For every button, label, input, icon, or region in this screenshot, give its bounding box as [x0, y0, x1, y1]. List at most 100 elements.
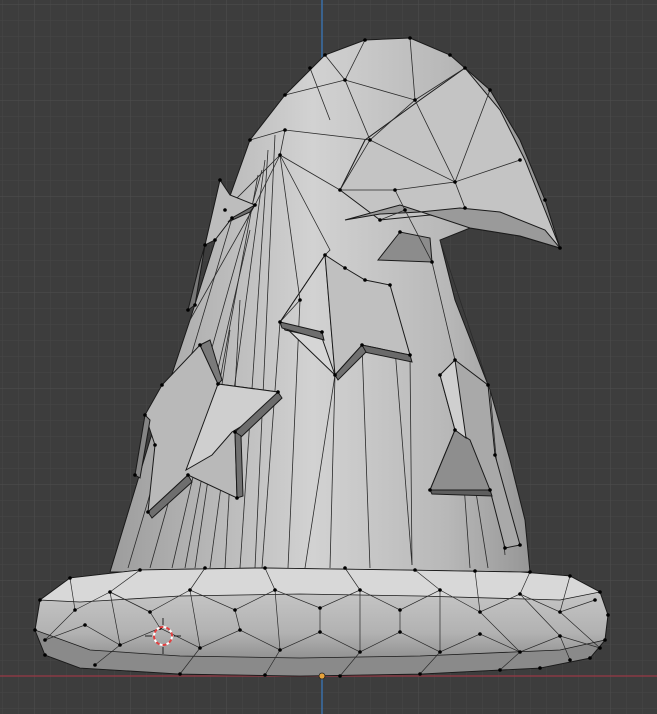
- mesh-vertex[interactable]: [428, 488, 432, 492]
- mesh-vertex[interactable]: [558, 610, 562, 614]
- mesh-vertex[interactable]: [186, 308, 190, 312]
- mesh-vertex[interactable]: [263, 673, 267, 677]
- mesh-vertex[interactable]: [538, 666, 542, 670]
- mesh-vertex[interactable]: [283, 128, 287, 132]
- mesh-vertex[interactable]: [153, 443, 157, 447]
- mesh-vertex[interactable]: [368, 138, 372, 142]
- mesh-vertex[interactable]: [363, 278, 367, 282]
- mesh-vertex[interactable]: [413, 568, 417, 572]
- mesh-vertex[interactable]: [598, 590, 602, 594]
- mesh-vertex[interactable]: [233, 430, 237, 434]
- mesh-vertex[interactable]: [398, 230, 402, 234]
- object-origin-icon[interactable]: [318, 672, 326, 680]
- mesh-vertex[interactable]: [388, 283, 392, 287]
- mesh-vertex[interactable]: [358, 588, 362, 592]
- mesh-vertex[interactable]: [598, 646, 602, 650]
- mesh-vertex[interactable]: [203, 566, 207, 570]
- mesh-vertex[interactable]: [488, 488, 492, 492]
- mesh-vertex[interactable]: [343, 566, 347, 570]
- mesh-vertex[interactable]: [146, 510, 150, 514]
- mesh-vertex[interactable]: [378, 218, 382, 222]
- mesh-vertex[interactable]: [358, 650, 362, 654]
- mesh-vertex[interactable]: [193, 303, 197, 307]
- mesh-vertex[interactable]: [148, 610, 152, 614]
- mesh-vertex[interactable]: [233, 608, 237, 612]
- mesh-vertex[interactable]: [518, 543, 522, 547]
- mesh-vertex[interactable]: [408, 353, 412, 357]
- mesh-vertex[interactable]: [438, 650, 442, 654]
- viewport-canvas[interactable]: [0, 0, 657, 714]
- mesh-vertex[interactable]: [238, 628, 242, 632]
- mesh-vertex[interactable]: [518, 650, 522, 654]
- mesh-vertex[interactable]: [298, 298, 302, 302]
- mesh-vertex[interactable]: [318, 606, 322, 610]
- mesh-vertex[interactable]: [320, 330, 324, 334]
- mesh-vertex[interactable]: [138, 568, 142, 572]
- mesh-vertex[interactable]: [318, 630, 322, 634]
- mesh-vertex[interactable]: [478, 632, 482, 636]
- mesh-vertex[interactable]: [83, 623, 87, 627]
- mesh-vertex[interactable]: [343, 266, 347, 270]
- mesh-vertex[interactable]: [588, 656, 592, 660]
- mesh-vertex[interactable]: [413, 98, 417, 102]
- mesh-vertex[interactable]: [235, 496, 239, 500]
- mesh-vertex[interactable]: [93, 663, 97, 667]
- mesh-vertex[interactable]: [418, 672, 422, 676]
- mesh-vertex[interactable]: [278, 648, 282, 652]
- mesh-vertex[interactable]: [223, 208, 227, 212]
- mesh-vertex[interactable]: [478, 610, 482, 614]
- mesh-vertex[interactable]: [606, 613, 610, 617]
- mesh-vertex[interactable]: [133, 473, 137, 477]
- mesh-vertex[interactable]: [448, 53, 452, 57]
- mesh-vertex[interactable]: [276, 390, 280, 394]
- mesh-vertex[interactable]: [230, 216, 234, 220]
- mesh-vertex[interactable]: [518, 592, 522, 596]
- mesh-vertex[interactable]: [73, 608, 77, 612]
- mesh-vertex[interactable]: [518, 158, 522, 162]
- mesh-vertex[interactable]: [438, 373, 442, 377]
- mesh-vertex[interactable]: [218, 178, 222, 182]
- mesh-vertex[interactable]: [283, 93, 287, 97]
- 3d-viewport[interactable]: [0, 0, 657, 714]
- mesh-vertex[interactable]: [338, 188, 342, 192]
- mesh-vertex[interactable]: [338, 674, 342, 678]
- mesh-vertex[interactable]: [323, 253, 327, 257]
- mesh-vertex[interactable]: [568, 574, 572, 578]
- mesh-vertex[interactable]: [43, 653, 47, 657]
- mesh-vertex[interactable]: [453, 428, 457, 432]
- mesh-vertex[interactable]: [498, 668, 502, 672]
- mesh-vertex[interactable]: [398, 608, 402, 612]
- mesh-vertex[interactable]: [278, 320, 282, 324]
- mesh-vertex[interactable]: [473, 569, 477, 573]
- mesh-vertex[interactable]: [203, 243, 207, 247]
- mesh-vertex[interactable]: [308, 66, 312, 70]
- mesh-vertex[interactable]: [408, 36, 412, 40]
- mesh-vertex[interactable]: [486, 383, 490, 387]
- mesh-vertex[interactable]: [178, 672, 182, 676]
- mesh-vertex[interactable]: [33, 628, 37, 632]
- mesh-vertex[interactable]: [438, 588, 442, 592]
- mesh-vertex[interactable]: [263, 566, 267, 570]
- mesh-vertex[interactable]: [393, 188, 397, 192]
- mesh-vertex[interactable]: [188, 588, 192, 592]
- mesh-vertex[interactable]: [430, 260, 434, 264]
- mesh-vertex[interactable]: [248, 138, 252, 142]
- mesh-vertex[interactable]: [143, 413, 147, 417]
- mesh-vertex[interactable]: [273, 588, 277, 592]
- mesh-vertex[interactable]: [213, 238, 217, 242]
- mesh-vertex[interactable]: [38, 598, 42, 602]
- mesh-vertex[interactable]: [333, 373, 337, 377]
- mesh-vertex[interactable]: [568, 658, 572, 662]
- mesh-vertex[interactable]: [186, 473, 190, 477]
- mesh-vertex[interactable]: [558, 634, 562, 638]
- mesh-vertex[interactable]: [43, 638, 47, 642]
- mesh-vertex[interactable]: [493, 453, 497, 457]
- mesh-vertex[interactable]: [488, 88, 492, 92]
- mesh-vertex[interactable]: [453, 358, 457, 362]
- mesh-vertex[interactable]: [603, 638, 607, 642]
- mesh-vertex[interactable]: [68, 576, 72, 580]
- mesh-vertex[interactable]: [463, 206, 467, 210]
- mesh-vertex[interactable]: [543, 198, 547, 202]
- mesh-vertex[interactable]: [593, 598, 597, 602]
- mesh-vertex[interactable]: [198, 343, 202, 347]
